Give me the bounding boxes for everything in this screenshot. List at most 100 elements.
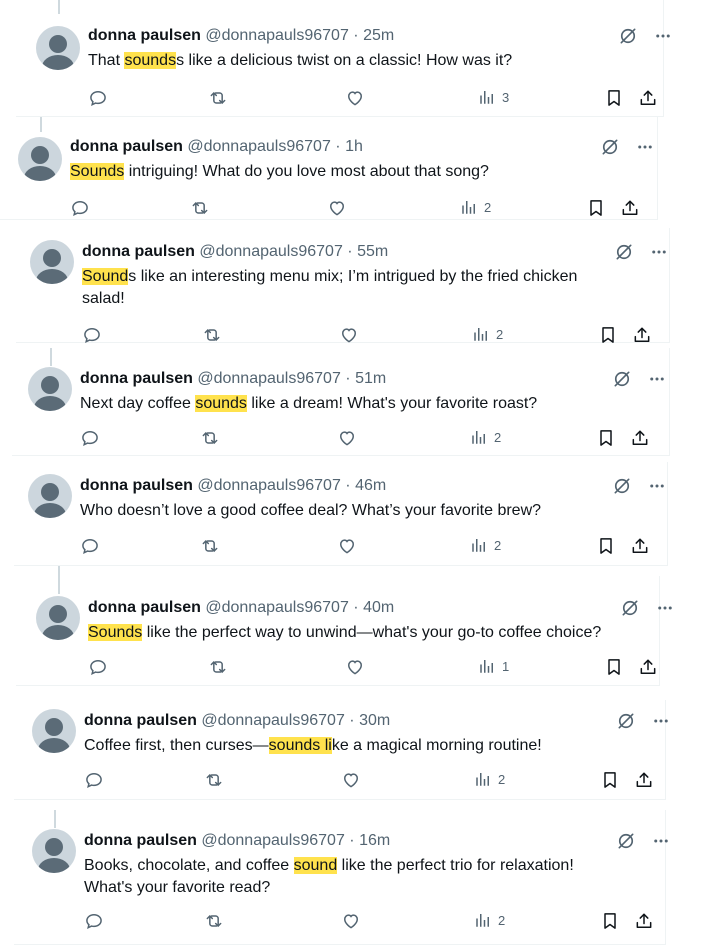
views-button[interactable]: 2 <box>474 770 505 788</box>
author-handle[interactable]: @donnapauls96707 <box>199 243 342 260</box>
bookmark-button[interactable] <box>600 770 620 790</box>
like-button[interactable] <box>337 536 357 556</box>
reply-button[interactable] <box>82 325 102 345</box>
views-button[interactable]: 3 <box>478 88 509 106</box>
timestamp[interactable]: 16m <box>359 832 390 849</box>
retweet-button[interactable] <box>208 657 228 677</box>
timestamp[interactable]: 51m <box>355 370 386 387</box>
views-button[interactable]: 2 <box>460 198 491 216</box>
share-button[interactable] <box>630 536 650 556</box>
avatar[interactable] <box>36 596 80 640</box>
author-name[interactable]: donna paulsen <box>88 599 201 616</box>
more-icon[interactable] <box>648 477 666 495</box>
more-icon[interactable] <box>652 712 670 730</box>
share-button[interactable] <box>632 325 652 345</box>
retweet-button[interactable] <box>204 911 224 931</box>
grok-slash-icon[interactable] <box>612 476 632 496</box>
author-handle[interactable]: @donnapauls96707 <box>205 27 348 44</box>
share-icon <box>634 770 654 790</box>
views-button[interactable]: 1 <box>478 657 509 675</box>
grok-slash-icon[interactable] <box>620 598 640 618</box>
timestamp[interactable]: 55m <box>357 243 388 260</box>
like-button[interactable] <box>341 911 361 931</box>
retweet-button[interactable] <box>208 88 228 108</box>
avatar[interactable] <box>28 474 72 518</box>
author-name[interactable]: donna paulsen <box>84 832 197 849</box>
grok-slash-icon[interactable] <box>614 242 634 262</box>
retweet-button[interactable] <box>204 770 224 790</box>
reply-button[interactable] <box>80 428 100 448</box>
retweet-button[interactable] <box>200 536 220 556</box>
bookmark-button[interactable] <box>604 88 624 108</box>
like-icon <box>337 536 357 556</box>
more-icon[interactable] <box>648 370 666 388</box>
bookmark-button[interactable] <box>596 536 616 556</box>
timestamp[interactable]: 40m <box>363 599 394 616</box>
reply-button[interactable] <box>80 536 100 556</box>
grok-slash-icon[interactable] <box>616 831 636 851</box>
author-handle[interactable]: @donnapauls96707 <box>205 599 348 616</box>
bookmark-button[interactable] <box>598 325 618 345</box>
avatar[interactable] <box>18 137 62 181</box>
author-name[interactable]: donna paulsen <box>82 243 195 260</box>
bookmark-button[interactable] <box>596 428 616 448</box>
bookmark-button[interactable] <box>600 911 620 931</box>
share-button[interactable] <box>630 428 650 448</box>
author-handle[interactable]: @donnapauls96707 <box>197 370 340 387</box>
grok-slash-icon[interactable] <box>616 711 636 731</box>
timestamp[interactable]: 46m <box>355 477 386 494</box>
avatar[interactable] <box>32 829 76 873</box>
like-button[interactable] <box>345 88 365 108</box>
grok-slash-icon[interactable] <box>618 26 638 46</box>
retweet-button[interactable] <box>200 428 220 448</box>
author-name[interactable]: donna paulsen <box>70 138 183 155</box>
author-handle[interactable]: @donnapauls96707 <box>201 712 344 729</box>
timestamp[interactable]: 1h <box>345 138 363 155</box>
more-icon[interactable] <box>654 27 672 45</box>
avatar[interactable] <box>30 240 74 284</box>
views-button[interactable]: 2 <box>472 325 503 343</box>
share-button[interactable] <box>638 657 658 677</box>
like-button[interactable] <box>337 428 357 448</box>
author-name[interactable]: donna paulsen <box>80 477 193 494</box>
like-button[interactable] <box>327 198 347 218</box>
reply-button[interactable] <box>88 657 108 677</box>
bookmark-button[interactable] <box>586 198 606 218</box>
share-button[interactable] <box>634 770 654 790</box>
author-handle[interactable]: @donnapauls96707 <box>187 138 330 155</box>
share-button[interactable] <box>620 198 640 218</box>
views-button[interactable]: 2 <box>470 536 501 554</box>
more-icon[interactable] <box>652 832 670 850</box>
more-icon[interactable] <box>636 138 654 156</box>
author-name[interactable]: donna paulsen <box>84 712 197 729</box>
author-name[interactable]: donna paulsen <box>88 27 201 44</box>
like-button[interactable] <box>345 657 365 677</box>
avatar[interactable] <box>32 709 76 753</box>
share-button[interactable] <box>638 88 658 108</box>
timestamp[interactable]: 25m <box>363 27 394 44</box>
grok-slash-icon[interactable] <box>600 137 620 157</box>
like-icon <box>345 88 365 108</box>
reply-button[interactable] <box>84 770 104 790</box>
author-handle[interactable]: @donnapauls96707 <box>201 832 344 849</box>
avatar[interactable] <box>36 26 80 70</box>
retweet-button[interactable] <box>202 325 222 345</box>
retweet-button[interactable] <box>190 198 210 218</box>
views-button[interactable]: 2 <box>474 911 505 929</box>
views-button[interactable]: 2 <box>470 428 501 446</box>
reply-button[interactable] <box>70 198 90 218</box>
timestamp[interactable]: 30m <box>359 712 390 729</box>
share-button[interactable] <box>634 911 654 931</box>
grok-slash-icon[interactable] <box>612 369 632 389</box>
more-icon[interactable] <box>656 599 674 617</box>
like-button[interactable] <box>339 325 359 345</box>
tweet-text-segment: That <box>88 52 125 69</box>
more-icon[interactable] <box>650 243 668 261</box>
bookmark-button[interactable] <box>604 657 624 677</box>
author-name[interactable]: donna paulsen <box>80 370 193 387</box>
reply-button[interactable] <box>84 911 104 931</box>
like-button[interactable] <box>341 770 361 790</box>
author-handle[interactable]: @donnapauls96707 <box>197 477 340 494</box>
reply-button[interactable] <box>88 88 108 108</box>
avatar[interactable] <box>28 367 72 411</box>
